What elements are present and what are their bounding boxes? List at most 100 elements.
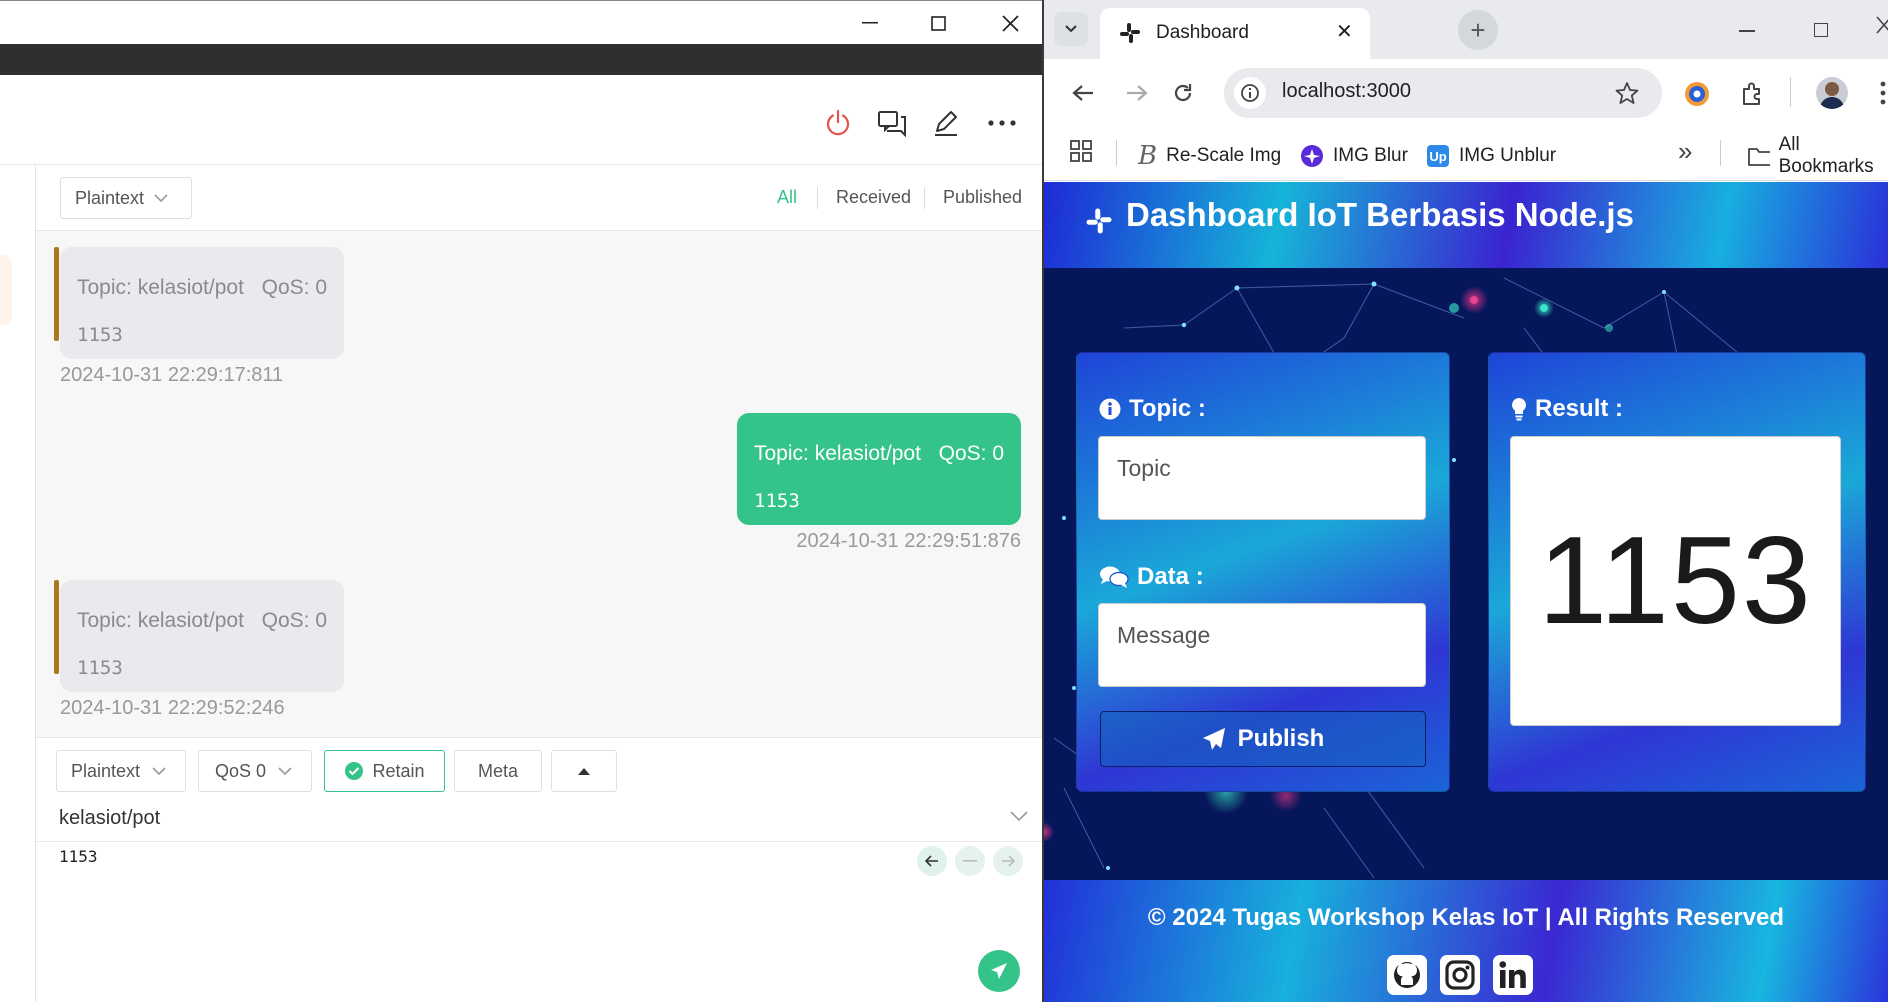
- divider: [1790, 77, 1791, 107]
- message-bubble-received[interactable]: Topic: kelasiot/pot QoS: 0 1153: [60, 247, 344, 359]
- extensions-icon[interactable]: [1740, 81, 1766, 107]
- url-text: localhost:3000: [1282, 80, 1411, 102]
- img-blur-icon: [1301, 145, 1323, 167]
- result-value: 1153: [1538, 512, 1813, 650]
- browser-window: Dashboard ✕ + localhost:3000 B Re-Scale …: [1044, 0, 1888, 1002]
- svg-text:Up: Up: [1429, 149, 1446, 164]
- topic-input[interactable]: Topic: [1098, 436, 1426, 520]
- apps-grid-icon[interactable]: [1070, 140, 1092, 162]
- bookmarks-overflow-icon[interactable]: »: [1678, 136, 1692, 167]
- close-button[interactable]: [1876, 16, 1888, 34]
- lightbulb-icon: [1512, 398, 1526, 421]
- check-circle-icon: [345, 762, 364, 780]
- message-qos: QoS: 0: [261, 609, 327, 632]
- send-button[interactable]: [978, 950, 1020, 992]
- history-clear-icon[interactable]: [955, 846, 985, 876]
- compose-topic-input[interactable]: kelasiot/pot: [59, 807, 160, 830]
- data-input[interactable]: Message: [1098, 603, 1426, 687]
- divider: [1720, 140, 1721, 166]
- compose-format-select[interactable]: Plaintext: [56, 750, 186, 792]
- github-icon[interactable]: [1387, 955, 1427, 995]
- back-icon[interactable]: [1072, 84, 1094, 102]
- menu-icon[interactable]: [1880, 81, 1888, 105]
- maximize-button[interactable]: [916, 5, 960, 41]
- result-card: Result : 1153: [1488, 352, 1866, 792]
- bookmark-label: IMG Blur: [1333, 145, 1408, 166]
- all-bookmarks-label: All Bookmarks: [1778, 134, 1874, 177]
- filter-received[interactable]: Received: [836, 187, 911, 208]
- retain-label: Retain: [372, 760, 425, 781]
- history-forward-icon[interactable]: [993, 846, 1023, 876]
- dashboard-header: Dashboard IoT Berbasis Node.js: [1044, 182, 1888, 268]
- filter-all[interactable]: All: [777, 187, 797, 208]
- reload-icon[interactable]: [1172, 82, 1194, 104]
- tab-close-icon[interactable]: ✕: [1336, 19, 1353, 44]
- expand-compose-button[interactable]: [551, 750, 617, 792]
- bookmark-img-unblur[interactable]: Up IMG Unblur: [1426, 140, 1556, 172]
- result-label: Result :: [1511, 395, 1623, 423]
- compose-qos-select[interactable]: QoS 0: [198, 750, 312, 792]
- mqttx-titlebar: [0, 0, 1044, 44]
- result-label-text: Result :: [1535, 395, 1624, 422]
- browser-toolbar: localhost:3000: [1044, 59, 1888, 129]
- profile-avatar[interactable]: [1816, 77, 1848, 109]
- footer-text: © 2024 Tugas Workshop Kelas IoT | All Ri…: [1147, 904, 1785, 931]
- slack-icon: [1084, 206, 1114, 236]
- rescale-logo-icon: B: [1138, 141, 1158, 171]
- mqttx-window: Plaintext All Received Published Topic: …: [0, 0, 1044, 1002]
- result-display: 1153: [1510, 436, 1841, 726]
- meta-button[interactable]: Meta: [454, 750, 542, 792]
- instagram-icon[interactable]: [1440, 955, 1480, 995]
- close-button[interactable]: [986, 5, 1034, 41]
- chevron-down-icon[interactable]: [1010, 811, 1028, 822]
- dashboard-footer: © 2024 Tugas Workshop Kelas IoT | All Ri…: [1044, 880, 1888, 1002]
- more-icon[interactable]: [982, 103, 1022, 143]
- linkedin-icon[interactable]: [1493, 955, 1533, 995]
- bookmark-label: Re-Scale Img: [1166, 145, 1282, 166]
- filter-published[interactable]: Published: [943, 187, 1022, 208]
- publish-card: Topic : Topic Data : Message Publish: [1076, 352, 1450, 792]
- subscriptions-icon[interactable]: [872, 103, 912, 143]
- tab-search-icon[interactable]: [1054, 12, 1088, 46]
- address-bar[interactable]: localhost:3000: [1224, 68, 1662, 118]
- maximize-button[interactable]: [1814, 23, 1828, 37]
- meta-label: Meta: [477, 760, 519, 781]
- site-info-icon[interactable]: [1234, 77, 1266, 109]
- publish-label: Publish: [1237, 725, 1325, 752]
- minimize-button[interactable]: [848, 5, 892, 41]
- compose-qos-value: QoS 0: [215, 760, 267, 781]
- folder-icon: [1748, 148, 1770, 166]
- dashboard-page: Dashboard IoT Berbasis Node.js Topic : T…: [1044, 182, 1888, 1002]
- bookmark-rescale[interactable]: B Re-Scale Img: [1138, 140, 1281, 172]
- bookmark-img-blur[interactable]: IMG Blur: [1300, 140, 1408, 172]
- message-bubble-received[interactable]: Topic: kelasiot/pot QoS: 0 1153: [60, 580, 344, 692]
- publish-button[interactable]: Publish: [1100, 711, 1426, 767]
- extension-logo-icon[interactable]: [1684, 81, 1710, 107]
- message-bubble-published[interactable]: Topic: kelasiot/pot QoS: 0 1153: [737, 413, 1021, 525]
- divider: [817, 187, 818, 209]
- edit-icon[interactable]: [926, 103, 966, 143]
- message-topic: Topic: kelasiot/pot: [754, 442, 921, 465]
- minimize-button[interactable]: [1739, 30, 1755, 32]
- message-payload: 1153: [754, 490, 800, 512]
- img-unblur-icon: Up: [1427, 145, 1449, 167]
- disconnect-icon[interactable]: [818, 103, 858, 143]
- data-label: Data :: [1099, 563, 1204, 591]
- tab-strip: Dashboard ✕ +: [1044, 0, 1888, 59]
- slack-icon: [1118, 21, 1142, 45]
- chevron-down-icon: [278, 766, 292, 775]
- bookmark-star-icon[interactable]: [1615, 81, 1639, 105]
- retain-toggle[interactable]: Retain: [324, 750, 445, 792]
- tab-dashboard[interactable]: Dashboard ✕: [1100, 8, 1370, 59]
- mqttx-dark-bar: [0, 44, 1044, 75]
- dashboard-title: Dashboard IoT Berbasis Node.js: [1126, 196, 1634, 233]
- compose-payload-input[interactable]: 1153: [59, 847, 98, 866]
- message-topic: Topic: kelasiot/pot: [77, 609, 244, 632]
- forward-icon[interactable]: [1126, 84, 1148, 102]
- payload-format-value: Plaintext: [75, 187, 145, 208]
- history-back-icon[interactable]: [917, 846, 947, 876]
- divider: [924, 187, 925, 209]
- new-tab-button[interactable]: +: [1458, 10, 1498, 50]
- all-bookmarks[interactable]: All Bookmarks: [1748, 134, 1888, 177]
- payload-format-select[interactable]: Plaintext: [60, 177, 192, 219]
